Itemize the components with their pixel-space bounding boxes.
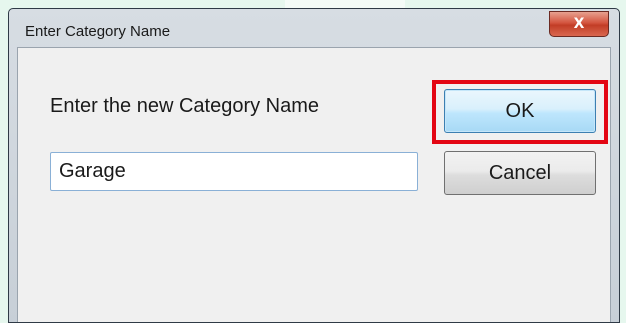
dialog-window: Enter Category Name X Enter the new Cate… bbox=[8, 8, 620, 323]
window-title: Enter Category Name bbox=[25, 23, 171, 40]
close-icon: X bbox=[573, 16, 585, 32]
cancel-button-label: Cancel bbox=[488, 161, 552, 184]
cancel-button[interactable]: Cancel bbox=[444, 151, 596, 195]
title-bar: Enter Category Name X bbox=[9, 9, 619, 47]
dialog-content: Enter the new Category Name OK Cancel bbox=[17, 47, 611, 322]
close-button[interactable]: X bbox=[549, 11, 609, 37]
prompt-label: Enter the new Category Name bbox=[50, 95, 320, 117]
ok-button[interactable]: OK bbox=[444, 89, 596, 133]
category-name-input[interactable] bbox=[50, 152, 418, 191]
ok-button-label: OK bbox=[505, 99, 535, 122]
